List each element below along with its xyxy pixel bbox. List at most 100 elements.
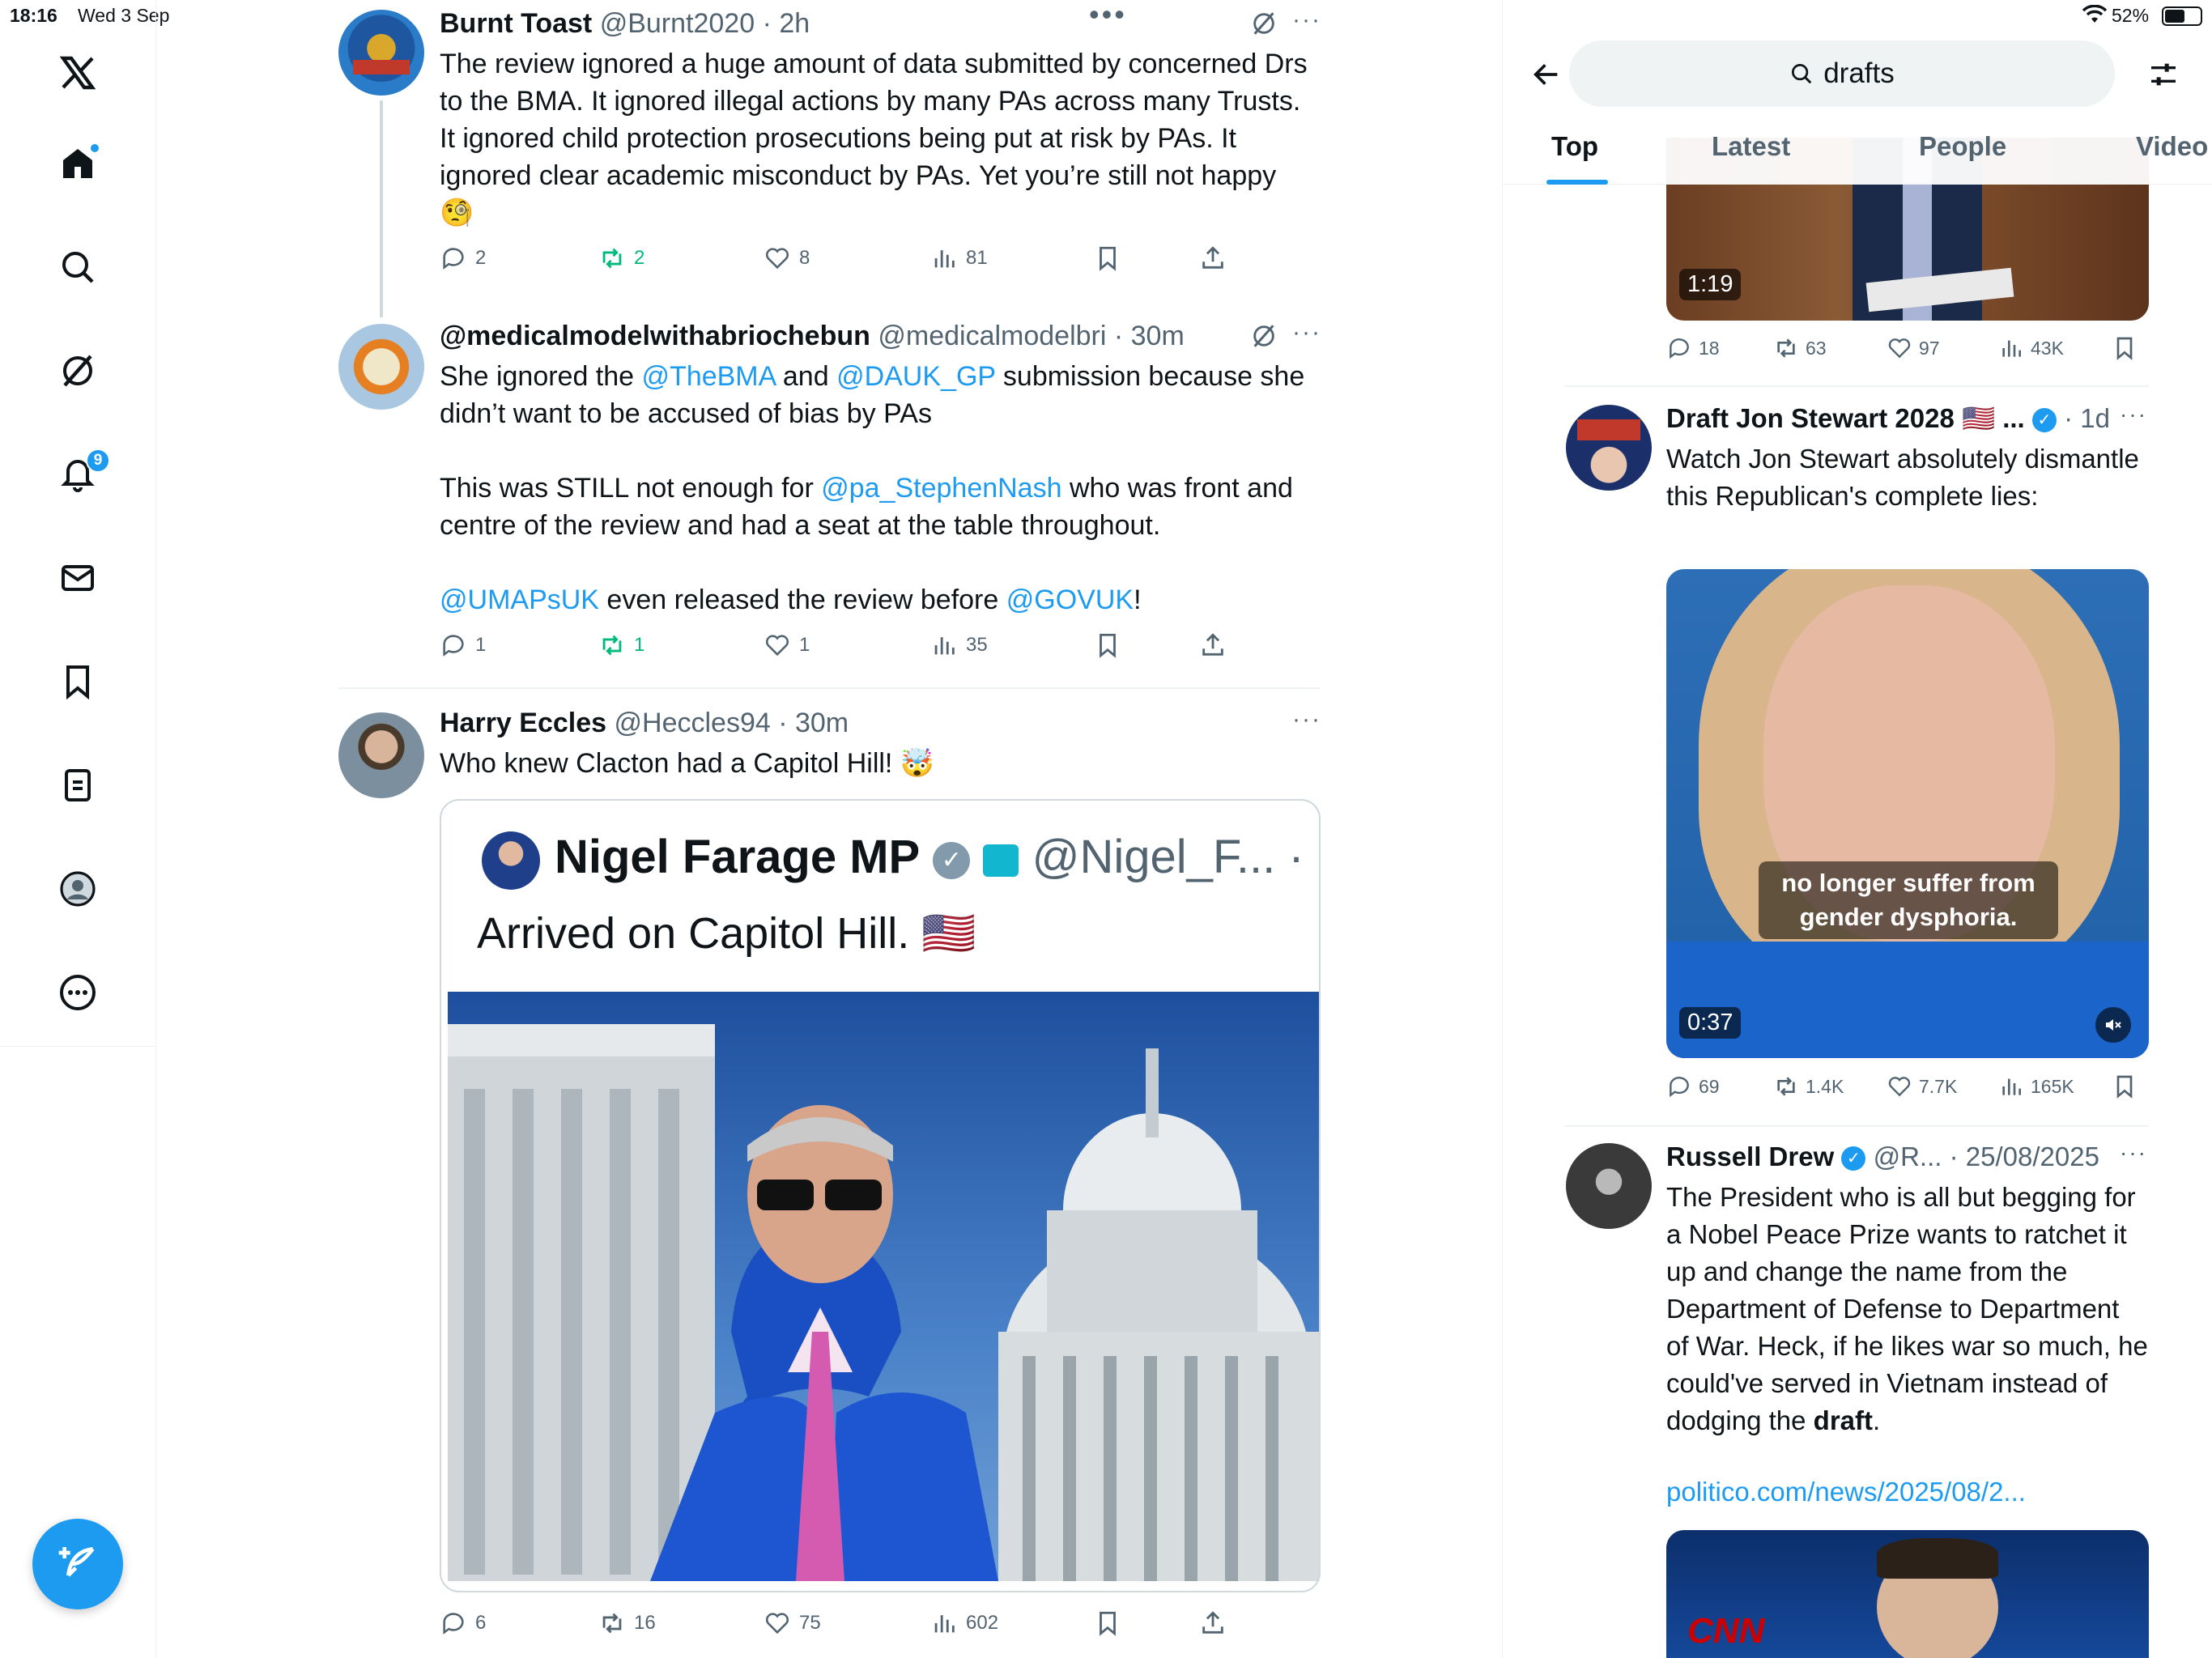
like-button[interactable]: 75 [764,1609,821,1637]
like-button[interactable]: 8 [764,244,810,272]
grok-icon[interactable] [53,346,102,395]
author-handle[interactable]: @medicalmodelbri [878,321,1106,351]
author-handle[interactable]: @Heccles94 [615,708,771,738]
author-handle[interactable]: @Burnt2020 [600,8,755,39]
result-divider [1564,385,2149,387]
quoted-author-name: Nigel Farage MP [555,831,921,883]
video-thumbnail[interactable] [1666,569,2149,1058]
share-button[interactable] [1199,1609,1227,1637]
more-options-icon[interactable]: ··· [2120,402,2147,427]
messages-icon[interactable] [53,554,102,602]
tweet-header: @medicalmodelwithabriochebun @medicalmod… [440,321,1185,351]
bookmark-icon [1100,1611,1116,1636]
mention-link[interactable]: @TheBMA [642,361,776,392]
tab-people[interactable]: People [1919,131,2006,162]
repost-count: 2 [634,247,645,269]
views-button[interactable]: 81 [930,244,988,272]
mention-link[interactable]: @UMAPsUK [440,585,599,615]
mention-link[interactable]: @pa_StephenNash [821,473,1061,504]
repost-button[interactable]: 1.4K [1773,1073,1844,1099]
like-button[interactable]: 97 [1887,335,1940,361]
author-name[interactable]: Draft Jon Stewart 2028 🇺🇸 ... [1666,403,2025,433]
reply-button[interactable]: 1 [440,631,486,659]
search-input[interactable]: drafts [1569,40,2115,107]
quoted-photo[interactable] [448,992,1319,1581]
profile-icon[interactable] [53,865,102,913]
tweet-time[interactable]: 30m [795,708,849,738]
quoted-text: Arrived on Capitol Hill. 🇺🇸 [477,909,976,958]
bookmark-button[interactable] [1094,244,1121,272]
author-handle-time[interactable]: @R... · 25/08/2025 [1874,1141,2099,1171]
bookmarks-icon[interactable] [53,657,102,706]
avatar[interactable] [1566,1143,1652,1229]
repost-button[interactable]: 1 [598,631,644,659]
tweet-time[interactable]: 2h [779,8,810,39]
more-options-icon[interactable]: ··· [2120,1140,2147,1166]
repost-count: 63 [1806,337,1827,359]
avatar[interactable] [338,10,424,96]
search-icon[interactable] [53,243,102,291]
author-name[interactable]: Russell Drew [1666,1141,1834,1171]
mention-link[interactable]: @GOVUK [1006,585,1134,615]
repost-count: 1.4K [1806,1075,1844,1097]
author-name[interactable]: @medicalmodelwithabriochebun [440,321,870,351]
reply-icon [1670,338,1689,359]
tab-top[interactable]: Top [1551,131,1598,162]
tweet-header: Harry Eccles @Heccles94 · 30m [440,708,849,738]
more-options-icon[interactable]: ··· [1292,319,1321,346]
tweet-time[interactable]: 30m [1131,321,1185,351]
home-icon[interactable] [53,139,102,188]
reply-button[interactable]: 18 [1666,335,1720,361]
grok-icon[interactable] [1250,322,1278,354]
like-button[interactable]: 7.7K [1887,1073,1957,1099]
avatar[interactable] [338,712,424,798]
x-logo-icon[interactable] [53,49,102,97]
reply-button[interactable]: 69 [1666,1073,1720,1099]
tab-latest[interactable]: Latest [1712,131,1790,162]
link-card-thumbnail[interactable]: CNN [1666,1530,2149,1658]
repost-button[interactable]: 16 [598,1609,656,1637]
tab-video[interactable]: Video [2136,131,2208,162]
capitol-photo [448,1024,1319,1581]
reply-button[interactable]: 2 [440,244,486,272]
tweet-time[interactable]: · 1d [2064,403,2110,433]
back-button[interactable] [1525,53,1568,96]
repost-icon [1777,338,1795,358]
bookmark-button[interactable] [2112,335,2138,361]
more-icon[interactable] [53,968,102,1017]
like-button[interactable]: 1 [764,631,810,659]
tweet-actions: 6 16 75 602 [440,1609,1249,1642]
bookmark-icon [2116,1075,2133,1099]
avatar[interactable] [1566,405,1652,491]
share-button[interactable] [1199,631,1227,659]
quoted-tweet[interactable]: Nigel Farage MP ✓ @Nigel_F... · 2h Arriv… [440,799,1321,1592]
grok-icon[interactable] [1250,10,1278,41]
share-button[interactable] [1199,244,1227,272]
quoted-avatar [482,831,540,890]
reply-button[interactable]: 6 [440,1609,486,1637]
views-button[interactable]: 43K [1998,335,2064,361]
author-name[interactable]: Burnt Toast [440,8,592,39]
repost-button[interactable]: 63 [1773,335,1827,361]
author-name[interactable]: Harry Eccles [440,708,606,738]
more-options-icon[interactable]: ··· [1292,706,1321,733]
bookmark-button[interactable] [2112,1073,2138,1099]
reply-count: 69 [1699,1075,1720,1097]
bookmark-button[interactable] [1094,1609,1121,1637]
search-filters-button[interactable] [2142,53,2184,96]
views-button[interactable]: 602 [930,1609,998,1637]
notifications-icon[interactable]: 9 [53,449,110,499]
views-count: 43K [2031,337,2064,359]
article-link[interactable]: politico.com/news/2025/08/2... [1666,1477,2026,1507]
views-button[interactable]: 35 [930,631,988,659]
repost-button[interactable]: 2 [598,244,644,272]
mention-link[interactable]: @DAUK_GP [836,361,995,392]
avatar[interactable] [338,324,424,410]
more-options-icon[interactable]: ··· [1292,6,1321,34]
lists-icon[interactable] [53,761,102,810]
views-button[interactable]: 165K [1998,1073,2074,1099]
battery-percent: 52% [2112,5,2150,26]
mute-button[interactable] [2095,1007,2131,1043]
compose-post-button[interactable] [32,1519,123,1609]
bookmark-button[interactable] [1094,631,1121,659]
